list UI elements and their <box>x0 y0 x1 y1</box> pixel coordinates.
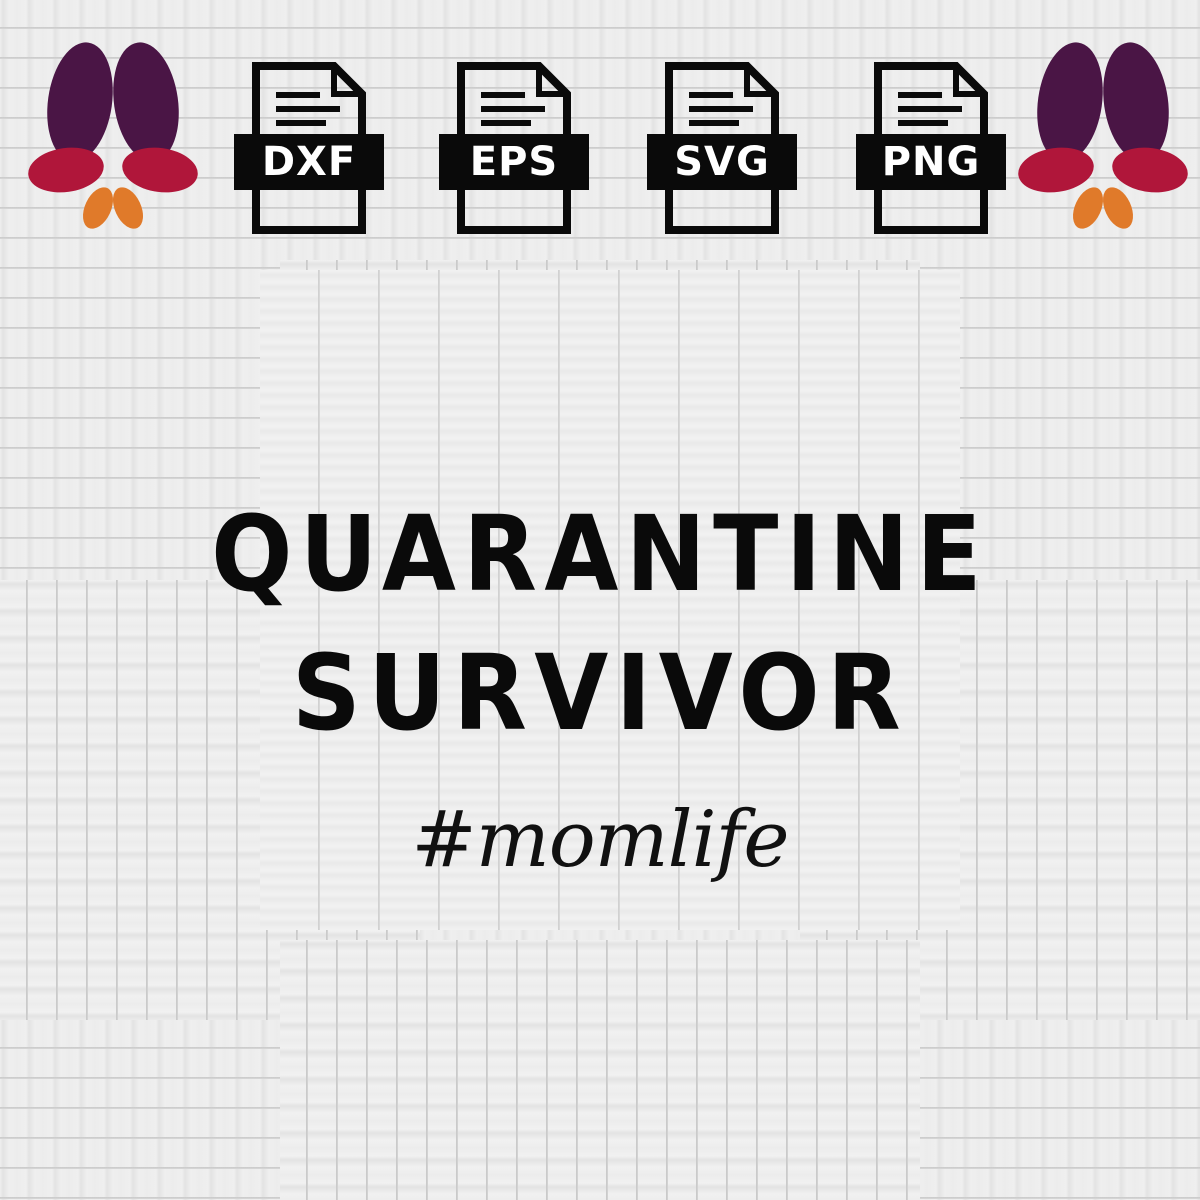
butterfly-icon <box>1018 40 1188 235</box>
format-label: EPS <box>469 139 559 185</box>
file-format-dxf: DXF <box>234 62 384 234</box>
butterfly-icon <box>28 40 198 235</box>
design-hashtag: #momlife <box>411 795 789 885</box>
format-label: SVG <box>674 139 770 185</box>
header-strip: DXF EPS SVG PNG <box>0 0 1200 250</box>
design-title-line-1: QUARANTINE <box>211 493 989 615</box>
file-format-eps: EPS <box>439 62 589 234</box>
format-label: PNG <box>881 139 981 185</box>
file-format-svg: SVG <box>647 62 797 234</box>
design-title-line-2: SURVIVOR <box>291 632 909 754</box>
file-format-png: PNG <box>856 62 1006 234</box>
format-label: DXF <box>261 139 357 185</box>
